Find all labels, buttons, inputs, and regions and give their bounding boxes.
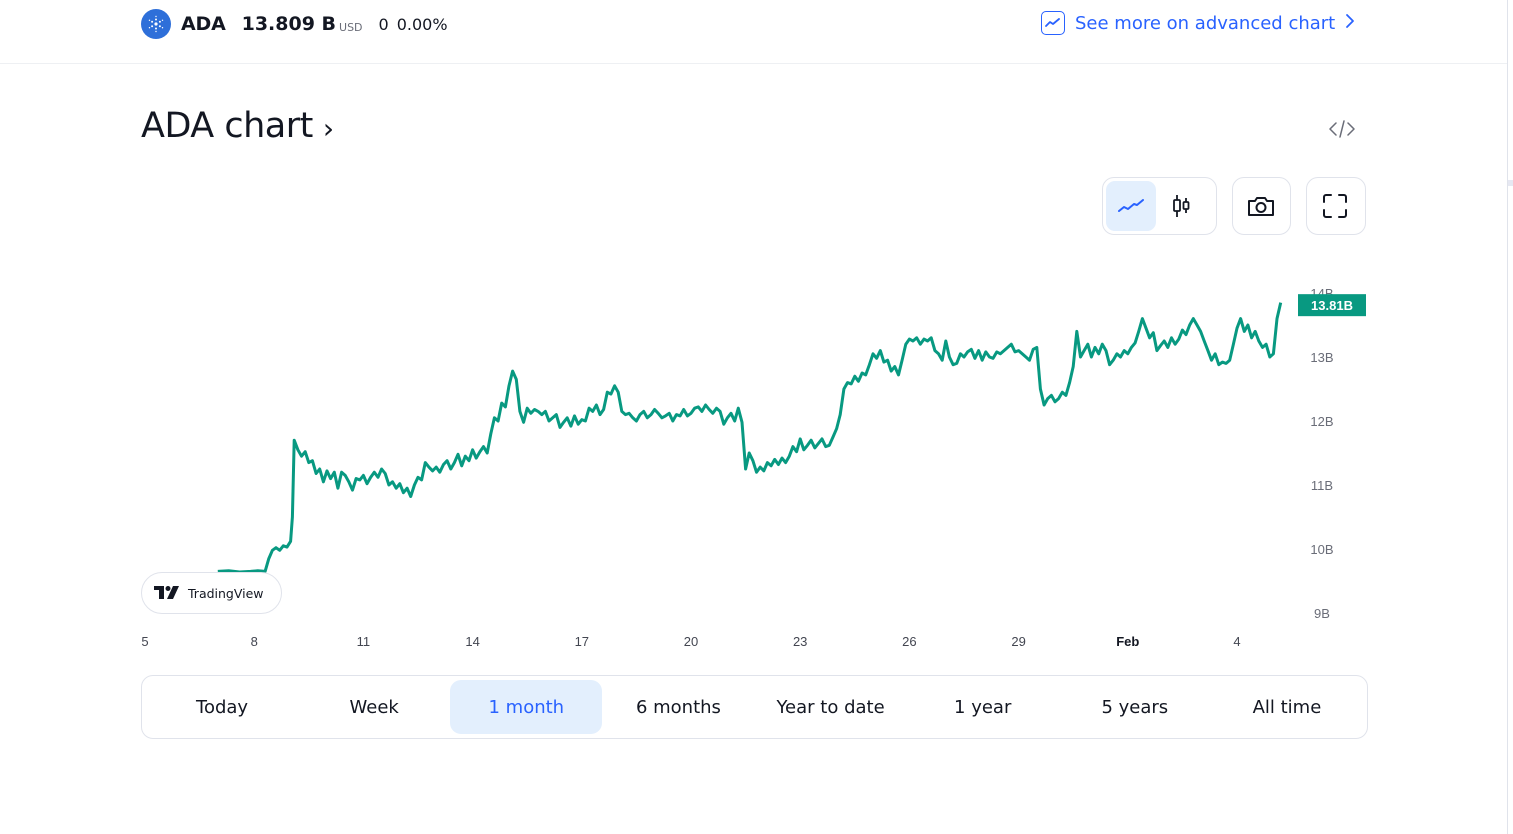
camera-icon xyxy=(1248,197,1274,216)
x-tick-label: 11 xyxy=(357,634,371,649)
code-embed-icon xyxy=(1329,120,1355,138)
range-button-5-years[interactable]: 5 years xyxy=(1059,680,1211,734)
range-button-1-year[interactable]: 1 year xyxy=(907,680,1059,734)
fullscreen-group xyxy=(1306,177,1366,235)
x-tick-label: 23 xyxy=(793,634,807,649)
ticker-header: ADA 13.809 B USD 0 0.00% See more on adv… xyxy=(0,0,1507,64)
chart-title-link[interactable]: ADA chart › xyxy=(141,106,334,146)
chevron-right-icon xyxy=(1345,13,1355,34)
y-tick-label: 11B xyxy=(1311,478,1333,493)
x-tick-label: 8 xyxy=(251,634,258,649)
cardano-logo-icon xyxy=(141,9,171,39)
fullscreen-button[interactable] xyxy=(1310,181,1360,231)
y-tick-label: 12B xyxy=(1310,414,1333,429)
ticker-summary: ADA 13.809 B USD 0 0.00% xyxy=(141,9,448,39)
y-tick-label: 10B xyxy=(1310,542,1333,557)
y-tick-label: 13B xyxy=(1310,350,1333,365)
tradingview-label: TradingView xyxy=(188,585,264,601)
advanced-chart-label: See more on advanced chart xyxy=(1075,12,1336,34)
ticker-change: 0 xyxy=(378,14,389,34)
x-tick-label: 14 xyxy=(465,634,479,649)
x-tick-label: 29 xyxy=(1011,634,1025,649)
x-tick-label: 17 xyxy=(575,634,589,649)
ticker-change-percent: 0.00% xyxy=(396,14,448,34)
price-series-line xyxy=(217,302,1283,574)
range-button-1-month[interactable]: 1 month xyxy=(450,680,603,734)
last-price-value: 13.81B xyxy=(1311,298,1353,313)
price-chart[interactable]: 14B 13B 12B 11B 10B 9B 5 8 11 14 17 20 23 26 29 Feb 4 13.… xyxy=(141,258,1371,658)
page-scrollbar[interactable] xyxy=(1507,0,1508,834)
range-button-year-to-date[interactable]: Year to date xyxy=(755,680,907,734)
x-tick-label: 20 xyxy=(684,634,698,649)
x-tick-label: Feb xyxy=(1116,634,1139,649)
ticker-symbol: ADA xyxy=(181,13,226,35)
embed-code-button[interactable] xyxy=(1326,117,1358,141)
range-button-today[interactable]: Today xyxy=(146,680,298,734)
range-button-6-months[interactable]: 6 months xyxy=(602,680,754,734)
last-price-label: 13.81B xyxy=(1298,294,1366,317)
advanced-chart-link[interactable]: See more on advanced chart xyxy=(1041,11,1355,35)
x-tick-label: 4 xyxy=(1233,634,1240,649)
tradingview-logo-icon xyxy=(154,586,179,599)
chevron-right-icon: › xyxy=(322,111,334,145)
x-tick-label: 26 xyxy=(902,634,916,649)
chart-type-toggle xyxy=(1102,177,1217,235)
snapshot-button[interactable] xyxy=(1236,181,1286,231)
snapshot-group xyxy=(1232,177,1291,235)
candlestick-icon xyxy=(1173,195,1190,217)
line-chart-type-button[interactable] xyxy=(1106,181,1156,231)
fullscreen-icon xyxy=(1323,194,1347,218)
time-range-selector: Today Week 1 month 6 months Year to date 1 ye… xyxy=(141,675,1368,739)
tradingview-badge[interactable]: TradingView xyxy=(141,572,282,614)
ticker-currency: USD xyxy=(339,21,363,34)
y-tick-label: 9B xyxy=(1314,606,1330,621)
price-chart-canvas[interactable]: 14B13B12B11B10B9B5 8 11 14 17 20 23 26 29 Feb 413.… xyxy=(141,258,1371,658)
candlestick-chart-type-button[interactable] xyxy=(1156,181,1206,231)
chart-title: ADA chart xyxy=(141,106,313,146)
range-button-all-time[interactable]: All time xyxy=(1211,680,1363,734)
x-tick-label: 5 xyxy=(141,634,148,649)
line-chart-icon xyxy=(1118,199,1144,212)
range-button-week[interactable]: Week xyxy=(298,680,450,734)
line-chart-icon xyxy=(1041,11,1065,35)
scrollbar-thumb[interactable] xyxy=(1508,180,1513,186)
ticker-value: 13.809 B xyxy=(241,13,337,35)
